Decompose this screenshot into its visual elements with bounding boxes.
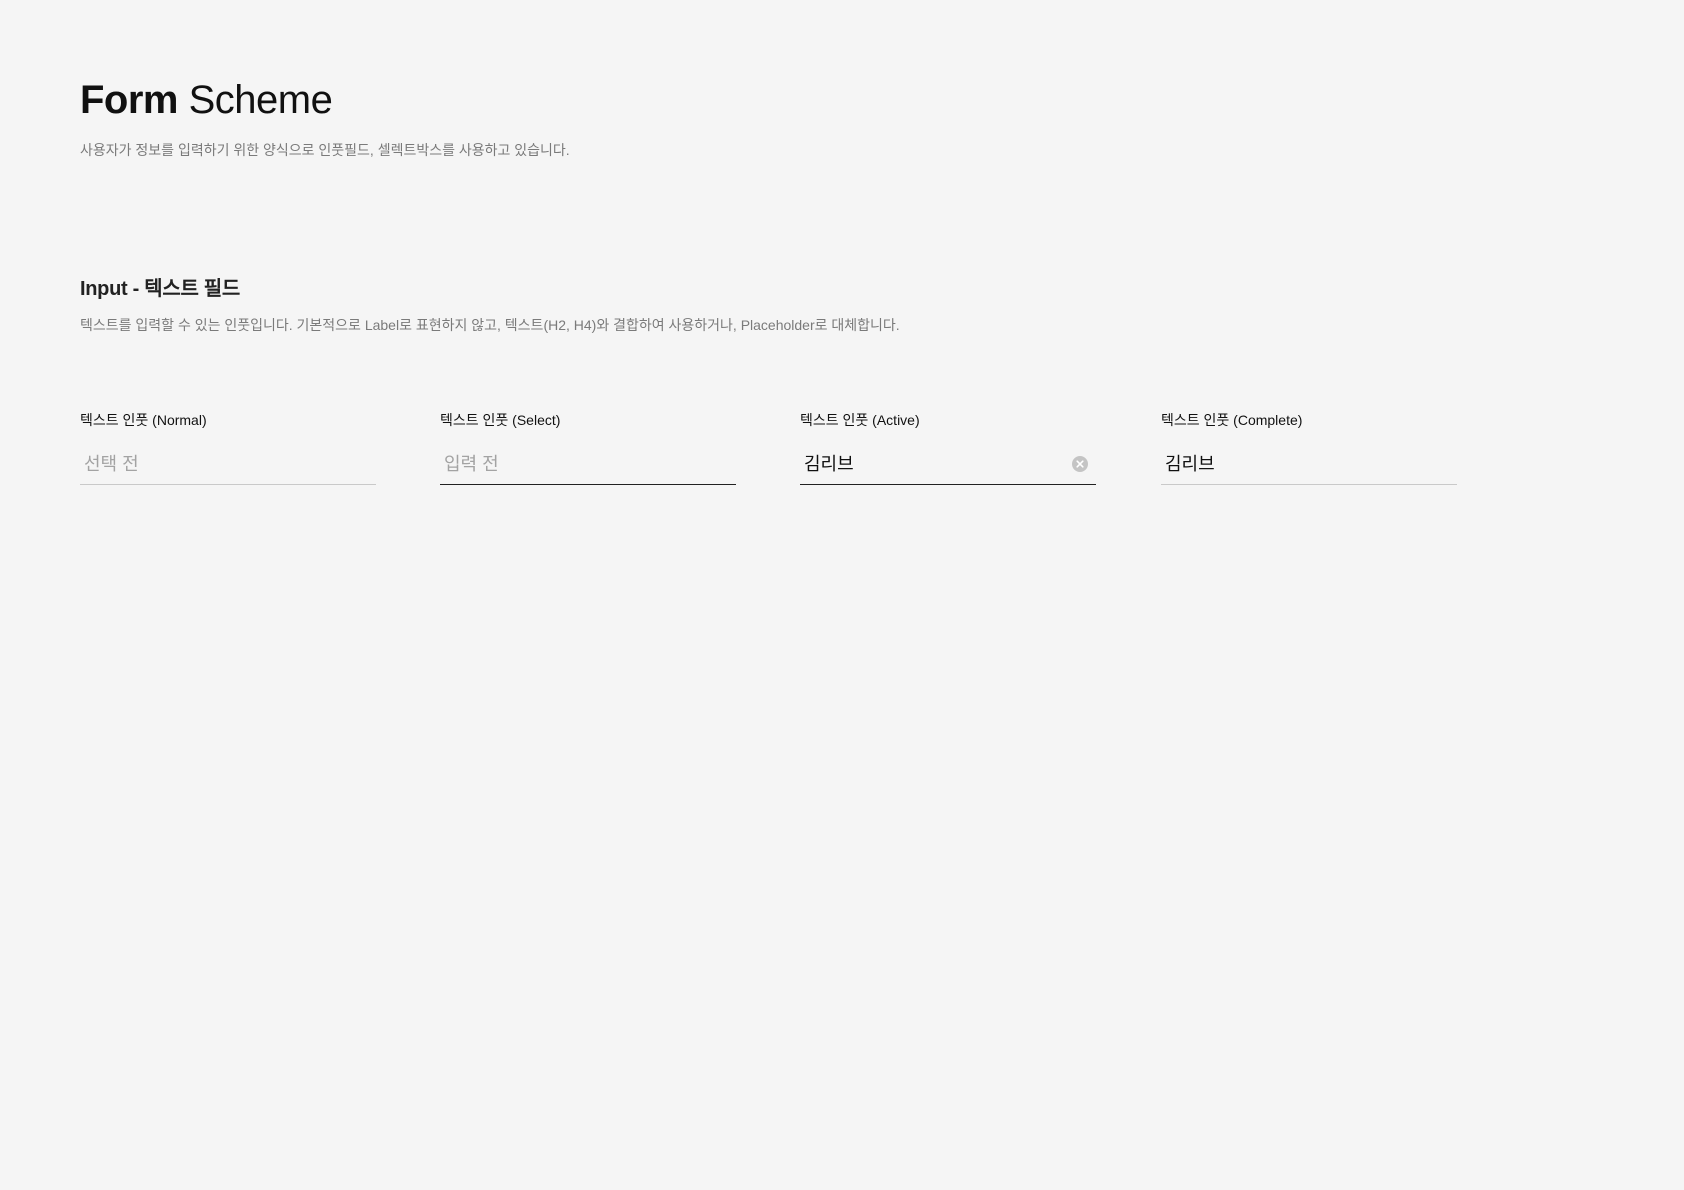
text-input-normal: 텍스트 인풋 (Normal) 선택 전: [80, 410, 376, 485]
input-section: Input - 텍스트 필드 텍스트를 입력할 수 있는 인풋입니다. 기본적으…: [80, 272, 1580, 335]
page-title-light: Scheme: [188, 78, 333, 122]
input-placeholder: 입력 전: [444, 454, 499, 474]
text-input-complete: 텍스트 인풋 (Complete) 김리브: [1161, 410, 1457, 485]
text-input-normal-field[interactable]: 선택 전: [80, 448, 376, 485]
page-title-bold: Form: [80, 78, 179, 122]
text-input-select: 텍스트 인풋 (Select) 입력 전: [440, 410, 736, 485]
field-label: 텍스트 인풋 (Complete): [1161, 412, 1303, 428]
input-field-row: 텍스트 인풋 (Normal) 선택 전 텍스트 인풋 (Select) 입력 …: [80, 410, 1580, 500]
clear-icon[interactable]: [1072, 456, 1088, 472]
text-input-active: 텍스트 인풋 (Active) 김리브: [800, 410, 1096, 485]
input-value: 김리브: [1165, 454, 1215, 474]
field-label: 텍스트 인풋 (Normal): [80, 412, 207, 428]
section-description: 텍스트를 입력할 수 있는 인풋입니다. 기본적으로 Label로 표현하지 않…: [80, 317, 900, 333]
field-label: 텍스트 인풋 (Select): [440, 412, 561, 428]
page-subtitle: 사용자가 정보를 입력하기 위한 양식으로 인풋필드, 셀렉트박스를 사용하고 …: [80, 142, 570, 158]
field-label: 텍스트 인풋 (Active): [800, 412, 920, 428]
page-title: Form Scheme: [80, 74, 570, 126]
section-title: Input - 텍스트 필드: [80, 278, 240, 300]
text-input-complete-field[interactable]: 김리브: [1161, 448, 1457, 485]
text-input-select-field[interactable]: 입력 전: [440, 448, 736, 485]
input-placeholder: 선택 전: [84, 454, 139, 474]
page-header: Form Scheme 사용자가 정보를 입력하기 위한 양식으로 인풋필드, …: [80, 74, 570, 160]
text-input-active-field[interactable]: 김리브: [800, 448, 1096, 485]
input-value: 김리브: [804, 454, 854, 474]
